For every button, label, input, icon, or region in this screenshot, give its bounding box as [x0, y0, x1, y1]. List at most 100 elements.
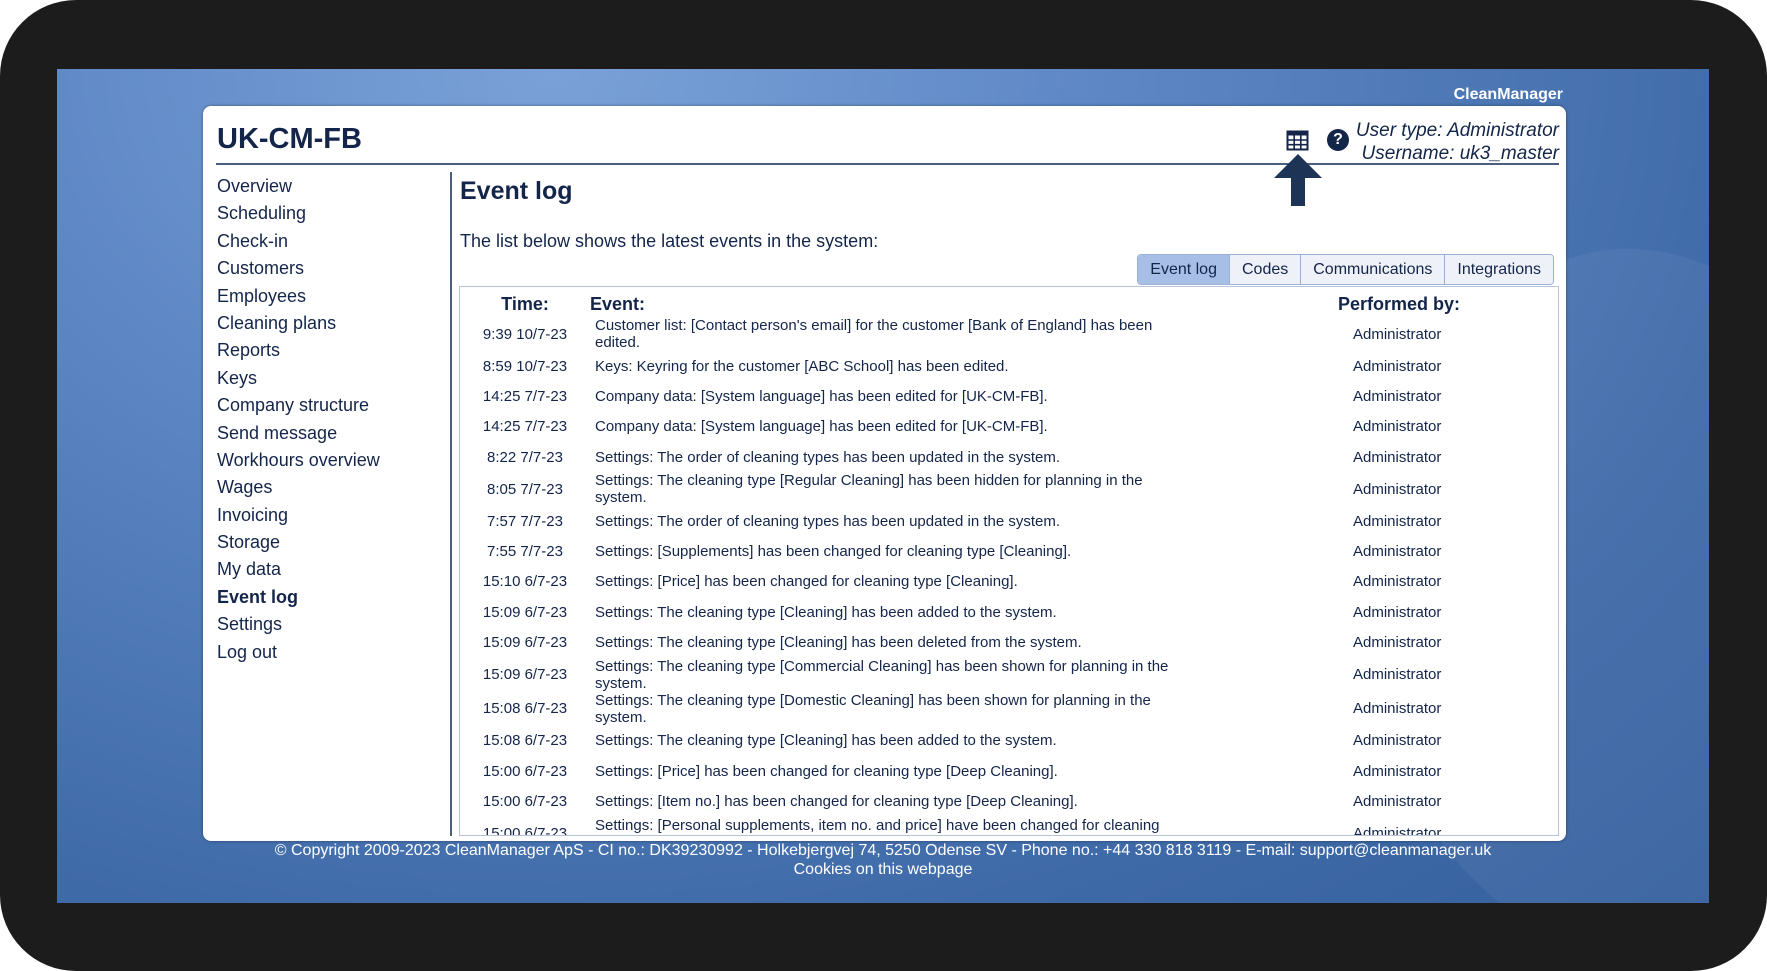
table-row: 15:10 6/7-23 Settings: [Price] has been c…: [460, 567, 1558, 597]
tab-bar: Event log Codes Communications Integrati…: [1137, 254, 1554, 285]
table-grid-icon[interactable]: [1286, 129, 1309, 152]
cell-performed-by: Administrator: [1353, 418, 1442, 436]
sidebar-divider: [450, 172, 452, 836]
table-row: 9:39 10/7-23 Customer list: [Contact pers…: [460, 317, 1558, 351]
tab-integrations[interactable]: Integrations: [1444, 255, 1553, 284]
brand-name: CleanManager: [1453, 86, 1563, 103]
table-header-row: Time: Event: Performed by:: [460, 287, 1558, 317]
cell-event: Customer list: [Contact person's email] …: [595, 317, 1153, 351]
cell-time: 8:05 7/7-23: [487, 480, 563, 498]
nav-item-workhours-overview[interactable]: Workhours overview: [217, 447, 447, 474]
cell-time: 9:39 10/7-23: [482, 325, 568, 343]
cell-performed-by: Administrator: [1353, 634, 1442, 652]
cell-event: Settings: The cleaning type [Cleaning] h…: [595, 603, 1057, 621]
cell-event: Settings: [Item no.] has been changed fo…: [595, 792, 1078, 810]
cell-time: 15:00 6/7-23: [482, 762, 568, 780]
nav-item-customers[interactable]: Customers: [217, 255, 447, 282]
nav-item-check-in[interactable]: Check-in: [217, 228, 447, 255]
nav-item-settings[interactable]: Settings: [217, 611, 447, 638]
nav-item-event-log[interactable]: Event log: [217, 584, 447, 611]
cell-performed-by: Administrator: [1353, 792, 1442, 810]
table-row: 8:22 7/7-23 Settings: The order of cleani…: [460, 442, 1558, 472]
cell-time: 15:09 6/7-23: [482, 634, 568, 652]
nav-item-wages[interactable]: Wages: [217, 474, 447, 501]
cell-performed-by: Administrator: [1353, 573, 1442, 591]
table-row: 14:25 7/7-23 Company data: [System langua…: [460, 412, 1558, 442]
cell-performed-by: Administrator: [1353, 480, 1442, 498]
cell-time: 15:00 6/7-23: [482, 792, 568, 810]
tab-event-log[interactable]: Event log: [1138, 255, 1229, 284]
company-name: UK-CM-FB: [217, 123, 362, 155]
cell-performed-by: Administrator: [1353, 543, 1442, 561]
copyright-text: © Copyright 2009-2023 CleanManager ApS -…: [274, 842, 1492, 859]
column-header-time: Time:: [501, 293, 549, 314]
column-header-performed-by: Performed by:: [1338, 293, 1461, 314]
cell-performed-by: Administrator: [1353, 732, 1442, 750]
nav-item-overview[interactable]: Overview: [217, 173, 447, 200]
user-type: User type: Administrator: [1355, 120, 1559, 141]
cell-time: 8:59 10/7-23: [482, 357, 568, 375]
table-row: 7:55 7/7-23 Settings: [Supplements] has b…: [460, 536, 1558, 566]
main-content: Event log The list below shows the lates…: [459, 172, 1559, 836]
cell-time: 8:22 7/7-23: [487, 448, 563, 466]
cell-event: Settings: The cleaning type [Cleaning] h…: [595, 732, 1057, 750]
cell-performed-by: Administrator: [1353, 357, 1442, 375]
nav-item-cleaning-plans[interactable]: Cleaning plans: [217, 310, 447, 337]
cell-performed-by: Administrator: [1353, 603, 1442, 621]
cell-event: Settings: [Price] has been changed for c…: [595, 762, 1058, 780]
nav-item-keys[interactable]: Keys: [217, 365, 447, 392]
cell-event: Settings: [Supplements] has been changed…: [595, 543, 1072, 561]
cell-event: Keys: Keyring for the customer [ABC Scho…: [595, 357, 1009, 375]
table-row: 15:09 6/7-23 Settings: The cleaning type …: [460, 627, 1558, 657]
nav-item-my-data[interactable]: My data: [217, 556, 447, 583]
user-info: User type: Administrator Username: uk3_m…: [1356, 119, 1559, 165]
table-row: 15:09 6/7-23 Settings: The cleaning type …: [460, 597, 1558, 627]
page-title: Event log: [460, 177, 573, 205]
nav-item-log-out[interactable]: Log out: [217, 639, 447, 666]
nav-item-invoicing[interactable]: Invoicing: [217, 502, 447, 529]
footer: © Copyright 2009-2023 CleanManager ApS -…: [57, 841, 1709, 879]
table-row: 8:59 10/7-23 Keys: Keyring for the custom…: [460, 351, 1558, 381]
cell-event: Settings: [Price] has been changed for c…: [595, 573, 1018, 591]
tab-communications[interactable]: Communications: [1300, 255, 1445, 284]
cell-time: 15:00 6/7-23: [482, 825, 568, 836]
table-row: 15:00 6/7-23 Settings: [Item no.] has bee…: [460, 786, 1558, 816]
cell-performed-by: Administrator: [1353, 387, 1442, 405]
cell-time: 7:55 7/7-23: [487, 543, 563, 561]
cell-event: Settings: The cleaning type [Commercial …: [595, 657, 1169, 692]
nav-item-storage[interactable]: Storage: [217, 529, 447, 556]
cookies-link[interactable]: Cookies on this webpage: [57, 860, 1709, 879]
table-row: 15:00 6/7-23 Settings: [Price] has been c…: [460, 756, 1558, 786]
table-row: 7:57 7/7-23 Settings: The order of cleani…: [460, 506, 1558, 536]
cell-performed-by: Administrator: [1353, 325, 1442, 343]
app-panel: UK-CM-FB ? User type: Administrator User…: [203, 106, 1566, 841]
table-body: 9:39 10/7-23 Customer list: [Contact pers…: [460, 317, 1558, 836]
table-row: 15:09 6/7-23 Settings: The cleaning type …: [460, 658, 1558, 692]
cell-event: Settings: The cleaning type [Cleaning] h…: [595, 634, 1082, 652]
nav-item-send-message[interactable]: Send message: [217, 420, 447, 447]
nav-item-employees[interactable]: Employees: [217, 283, 447, 310]
cell-event: Settings: The cleaning type [Regular Cle…: [595, 472, 1143, 507]
tab-codes[interactable]: Codes: [1228, 255, 1301, 284]
help-icon[interactable]: ?: [1327, 129, 1349, 151]
nav-item-scheduling[interactable]: Scheduling: [217, 200, 447, 227]
cell-performed-by: Administrator: [1353, 666, 1442, 684]
nav-item-reports[interactable]: Reports: [217, 337, 447, 364]
cell-performed-by: Administrator: [1353, 700, 1442, 718]
cell-time: 15:08 6/7-23: [482, 732, 568, 750]
cell-event: Company data: [System language] has been…: [595, 387, 1048, 405]
event-table-container[interactable]: Time: Event: Performed by: 9:39 10/7-23 C…: [459, 286, 1559, 836]
cell-event: Company data: [System language] has been…: [595, 418, 1048, 436]
username: Username: uk3_master: [1361, 143, 1559, 164]
cell-event: Settings: The order of cleaning types ha…: [595, 448, 1061, 466]
cell-event: Settings: The cleaning type [Domestic Cl…: [595, 691, 1151, 726]
table-row: 8:05 7/7-23 Settings: The cleaning type […: [460, 472, 1558, 506]
sidebar-nav: Overview Scheduling Check-in Customers E…: [217, 173, 447, 666]
nav-item-company-structure[interactable]: Company structure: [217, 392, 447, 419]
column-header-event: Event:: [590, 293, 646, 314]
cell-time: 14:25 7/7-23: [482, 387, 568, 405]
cell-time: 15:09 6/7-23: [482, 603, 568, 621]
table-row: 15:08 6/7-23 Settings: The cleaning type …: [460, 726, 1558, 756]
event-table: Time: Event: Performed by: 9:39 10/7-23 C…: [460, 287, 1558, 836]
cell-time: 15:10 6/7-23: [482, 573, 568, 591]
